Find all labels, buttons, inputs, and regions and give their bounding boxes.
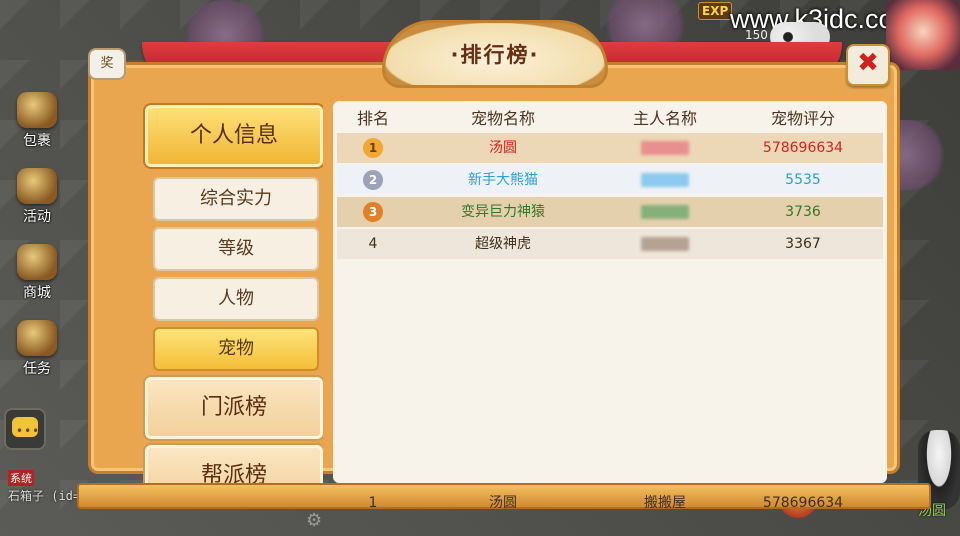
top-counter: 150 xyxy=(745,28,768,42)
table-row[interactable]: 4 超级神虎 3367 xyxy=(337,229,883,259)
nav-personal-info[interactable]: 个人信息 xyxy=(143,103,323,169)
ranking-panel: 个人信息 综合实力 等级 人物 宠物 门派榜 帮派榜 排名 宠物名称 主人名称 … xyxy=(62,20,931,511)
nav-overall-strength[interactable]: 综合实力 xyxy=(153,177,319,221)
pet-name: 新手大熊猫 xyxy=(468,172,538,188)
table-row[interactable]: 3 变异巨力神猿 3736 xyxy=(337,197,883,227)
chat-button[interactable]: ••• xyxy=(4,408,46,450)
system-tag: 系统 xyxy=(8,470,34,486)
gear-icon[interactable]: ⚙ xyxy=(306,510,326,531)
nav-sect-ranking[interactable]: 门派榜 xyxy=(143,375,323,441)
table-header: 排名 宠物名称 主人名称 宠物评分 xyxy=(333,101,887,129)
owner-name-blurred xyxy=(641,237,689,251)
close-button[interactable]: ✖ xyxy=(846,44,890,86)
pet-name: 变异巨力神猿 xyxy=(461,204,545,220)
my-rank: 1 xyxy=(368,495,378,511)
hud-shop-button[interactable]: 商城 xyxy=(12,244,62,304)
hud-activity-label: 活动 xyxy=(23,209,51,225)
hud-task-button[interactable]: 任务 xyxy=(12,320,62,380)
owner-name-blurred xyxy=(641,205,689,219)
nav-pet[interactable]: 宠物 xyxy=(153,327,319,371)
hud-bag-label: 包裹 xyxy=(23,133,51,149)
rank-number: 4 xyxy=(368,236,378,252)
header-owner-name: 主人名称 xyxy=(632,109,697,128)
award-button[interactable]: 奖 xyxy=(88,48,126,80)
horn-icon xyxy=(17,168,57,204)
pet-score: 578696634 xyxy=(762,140,844,156)
owner-name-blurred xyxy=(641,173,689,187)
nav-level[interactable]: 等级 xyxy=(153,227,319,271)
my-pet-score: 578696634 xyxy=(762,495,844,511)
hud-task-label: 任务 xyxy=(23,361,51,377)
pet-name: 汤圆 xyxy=(489,140,517,156)
bronze-medal-icon: 3 xyxy=(363,202,383,222)
pet-score: 5535 xyxy=(785,172,821,188)
title-plaque: ·排行榜· xyxy=(382,20,608,88)
pet-score: 3367 xyxy=(785,236,821,252)
close-icon: ✖ xyxy=(857,48,879,78)
nav-guild-ranking[interactable]: 帮派榜 xyxy=(143,443,323,483)
header-pet-score: 宠物评分 xyxy=(770,109,835,128)
hud-bag-button[interactable]: 包裹 xyxy=(12,92,62,152)
pet-name: 超级神虎 xyxy=(475,236,531,252)
nav-character[interactable]: 人物 xyxy=(153,277,319,321)
pet-score: 3736 xyxy=(785,204,821,220)
hud-shop-label: 商城 xyxy=(23,285,51,301)
header-pet-name: 宠物名称 xyxy=(470,109,535,128)
shop-icon xyxy=(17,244,57,280)
bag-icon xyxy=(17,92,57,128)
my-pet-name: 汤圆 xyxy=(489,495,517,511)
panel-title: ·排行榜· xyxy=(450,43,540,67)
table-row[interactable]: 1 汤圆 578696634 xyxy=(337,133,883,163)
silver-medal-icon: 2 xyxy=(363,170,383,190)
my-owner-name: 搬搬屋 xyxy=(644,495,686,511)
table-row[interactable]: 2 新手大熊猫 5535 xyxy=(337,165,883,195)
my-ranking-row: 1 汤圆 搬搬屋 578696634 xyxy=(333,491,887,515)
gold-medal-icon: 1 xyxy=(363,138,383,158)
task-scroll-icon xyxy=(17,320,57,356)
header-rank: 排名 xyxy=(356,109,389,128)
owner-name-blurred xyxy=(641,141,689,155)
ranking-nav: 个人信息 综合实力 等级 人物 宠物 门派榜 帮派榜 xyxy=(143,103,323,483)
ranking-table: 排名 宠物名称 主人名称 宠物评分 1 汤圆 578696634 2 新手大熊猫… xyxy=(333,101,887,511)
hud-activity-button[interactable]: 活动 xyxy=(12,168,62,228)
exp-badge: EXP xyxy=(698,2,733,20)
panel-frame: 个人信息 综合实力 等级 人物 宠物 门派榜 帮派榜 排名 宠物名称 主人名称 … xyxy=(77,62,931,511)
